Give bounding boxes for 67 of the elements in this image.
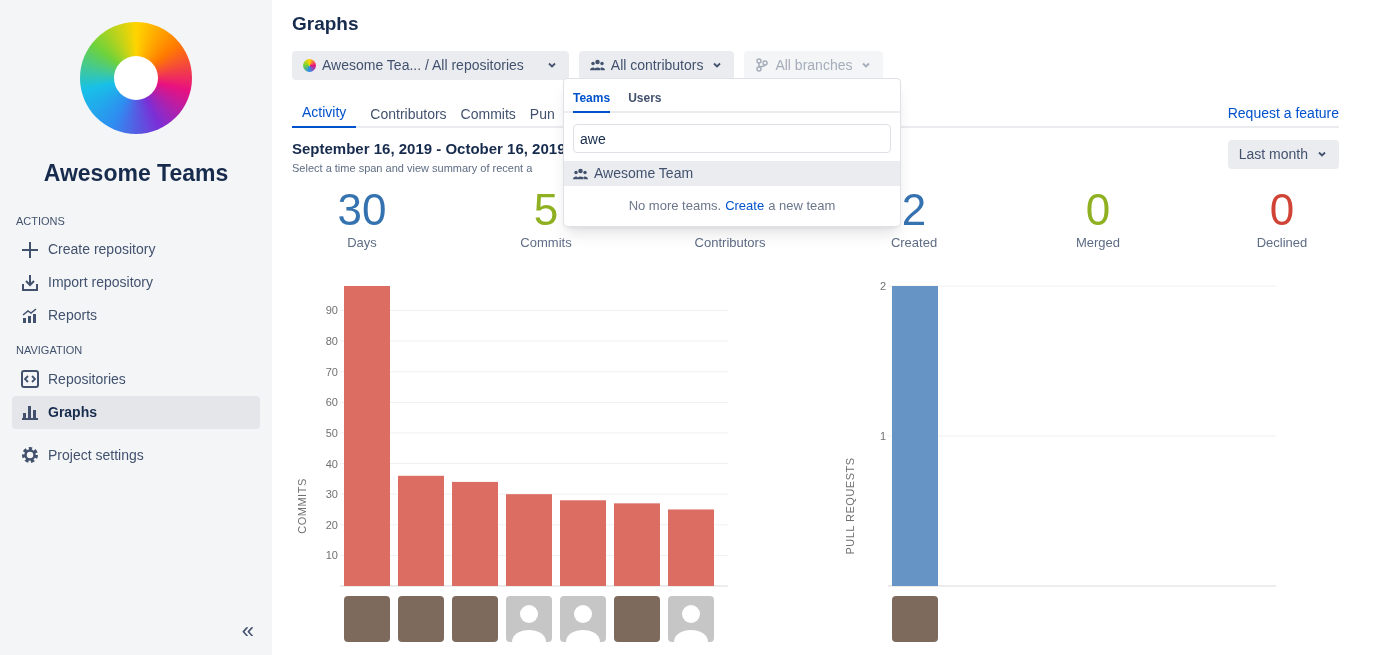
project-name: Awesome Teams [42,159,230,188]
stat-label: Merged [1075,233,1121,252]
stat-label: Contributors [694,233,766,252]
tab[interactable]: Teams [573,89,611,113]
new-team-text: a new team [768,197,836,215]
create-team-link[interactable]: Create [725,196,765,216]
axis-tick-label: 20 [325,518,338,531]
stat-label: Commits [520,233,572,252]
people-icon [589,59,605,71]
axis-tick-label: 40 [325,457,338,470]
download-icon [20,272,40,293]
branch-icon [755,58,770,72]
filter-dropdown[interactable]: All contributors [578,50,735,80]
plus-icon [20,239,40,260]
photo-placeholder [614,596,660,642]
tab[interactable]: Activity [292,101,357,128]
axis-tick-label: 80 [325,335,338,348]
code-icon [20,369,40,389]
axis-tick-label: 1 [879,430,886,442]
section-heading: NAVIGATION [15,343,84,358]
axis-tick-label: 60 [325,396,338,409]
stat-label: Days [347,233,377,252]
stat-label: Created [890,233,938,252]
stat-value: 0 [1269,186,1295,233]
tab[interactable]: Pun [529,103,555,128]
nav-item[interactable]: Create repository [12,233,260,266]
collapse-button[interactable]: « [241,614,254,647]
stat-label: Declined [1256,233,1308,252]
tab[interactable]: Contributors [370,103,447,128]
stat-value: 5 [533,186,559,233]
stat-value: 2 [901,186,927,233]
nav-item[interactable]: Graphs [12,395,260,429]
axis-tick-label: 50 [325,426,338,439]
filter-dropdown[interactable]: Awesome Tea... / All repositories [292,50,569,80]
photo-placeholder [398,596,444,642]
nav-item[interactable]: Project settings [12,438,260,472]
tab[interactable]: Users [628,89,662,113]
people-icon [573,167,588,180]
settings-icon [20,445,40,465]
stat-value: 30 [337,186,387,233]
project-logo-icon [303,58,316,72]
photo-placeholder [452,596,498,642]
photo-placeholder [892,596,938,642]
subtitle: Select a time span and view summary of recent a [292,161,534,176]
photo-placeholder [344,596,390,642]
nav-item[interactable]: Repositories [12,362,260,396]
nav-item[interactable]: Reports [12,299,260,332]
default-avatar [506,596,552,642]
default-avatar [560,596,606,642]
no-more-teams-text: No more teams. [628,197,722,215]
default-avatar [668,596,714,642]
axis-tick-label: 10 [325,549,338,562]
period-dropdown[interactable]: Last month [1227,139,1339,169]
axis-title: COMMITS [296,478,308,534]
axis-tick-label: 2 [879,280,886,292]
axis-tick-label: 70 [325,365,338,378]
axis-tick-label: 30 [325,488,338,501]
team-option[interactable]: Awesome Team [564,161,900,186]
tab[interactable]: Commits [460,103,516,128]
nav-item[interactable]: Import repository [12,266,260,299]
section-heading: ACTIONS [15,213,66,229]
stat-value: 0 [1085,186,1111,233]
axis-tick-label: 90 [325,304,338,317]
search-field[interactable]: awe [573,124,891,153]
page-title: Graphs [292,12,360,36]
request-feature-link[interactable]: Request a feature [1227,102,1339,126]
axis-title: PULL REQUESTS [844,457,856,555]
